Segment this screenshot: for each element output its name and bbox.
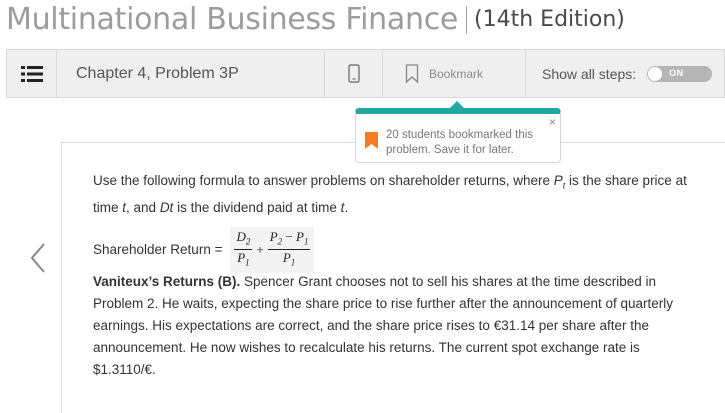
- problem-body: Spencer Grant chooses not to sell his sh…: [93, 273, 674, 377]
- problem-heading: Vaniteux’s Returns (B).: [93, 273, 241, 289]
- mobile-view-button[interactable]: [325, 50, 383, 97]
- toggle-knob: [648, 66, 663, 81]
- intro-text-4: is the dividend paid at time: [173, 199, 341, 215]
- list-icon: [20, 65, 43, 82]
- problem-card: Use the following formula to answer prob…: [61, 142, 725, 413]
- popup-arrow: [450, 101, 464, 108]
- show-all-steps-toggle[interactable]: ON: [647, 65, 713, 82]
- show-all-steps: Show all steps: ON: [526, 50, 724, 97]
- bookmark-flag-icon: [365, 132, 378, 149]
- book-title: Multinational Business Finance (14th Edit…: [6, 2, 625, 46]
- formula-p4-sub: 1: [290, 257, 296, 268]
- chapter-problem-label: Chapter 4, Problem 3P: [57, 50, 325, 97]
- intro-p-letter: P: [553, 173, 563, 188]
- intro-text-5: .: [344, 199, 349, 215]
- menu-button[interactable]: [7, 50, 57, 97]
- book-edition: (14th Edition): [474, 7, 625, 32]
- formula-minus: −: [282, 228, 296, 244]
- bookmark-icon: [405, 64, 419, 83]
- intro-p: Pt: [553, 173, 566, 191]
- formula-plus: +: [256, 241, 264, 257]
- formula-p2: P: [269, 228, 278, 244]
- problem-content: Use the following formula to answer prob…: [93, 170, 703, 381]
- problem-intro: Use the following formula to answer prob…: [93, 170, 703, 219]
- capital-gain-denominator: P1: [281, 250, 297, 271]
- bookmark-label: Bookmark: [429, 66, 484, 81]
- dividend-fraction: D2 P1: [234, 228, 253, 271]
- formula-row: Shareholder Return = D2 P1 + P2 − P1 P1: [93, 226, 703, 273]
- problem-toolbar: Chapter 4, Problem 3P Bookmark Show all …: [6, 49, 725, 98]
- chapter-text: Chapter 4, Problem 3P: [76, 64, 239, 82]
- dividend-denominator: P1: [235, 250, 251, 271]
- close-icon[interactable]: ×: [549, 116, 556, 128]
- capital-gain-numerator: P2 − P1: [267, 228, 311, 251]
- chevron-left-icon: [30, 243, 45, 273]
- formula-p1-sub: 1: [245, 257, 250, 268]
- intro-dt: Dt: [159, 199, 174, 215]
- intro-text-1: Use the following formula to answer prob…: [93, 173, 554, 188]
- previous-button[interactable]: [25, 238, 51, 278]
- formula-p1: P: [237, 250, 246, 266]
- shareholder-return-formula: D2 P1 + P2 − P1 P1: [230, 226, 315, 273]
- formula-p3-sub: 1: [303, 236, 309, 247]
- formula-label: Shareholder Return =: [93, 241, 223, 257]
- show-all-steps-label: Show all steps:: [542, 65, 637, 82]
- smartphone-icon: [347, 64, 360, 83]
- formula-p3: P: [296, 228, 304, 244]
- formula-p4: P: [282, 250, 291, 266]
- bookmark-button[interactable]: Bookmark: [383, 50, 526, 97]
- popup-message: 20 students bookmarked this problem. Sav…: [386, 129, 534, 156]
- formula-d: D: [236, 228, 246, 244]
- formula-d-sub: 2: [245, 236, 251, 247]
- toggle-state-label: ON: [669, 67, 684, 78]
- dividend-numerator: D2: [234, 228, 253, 251]
- book-title-text: Multinational Business Finance: [6, 2, 459, 37]
- title-divider: [466, 5, 468, 34]
- bookmark-popup: 20 students bookmarked this problem. Sav…: [355, 101, 561, 163]
- capital-gain-fraction: P2 − P1 P1: [267, 228, 311, 271]
- intro-text-3: , and: [126, 199, 160, 215]
- problem-statement: Vaniteux’s Returns (B). Spencer Grant ch…: [93, 271, 703, 381]
